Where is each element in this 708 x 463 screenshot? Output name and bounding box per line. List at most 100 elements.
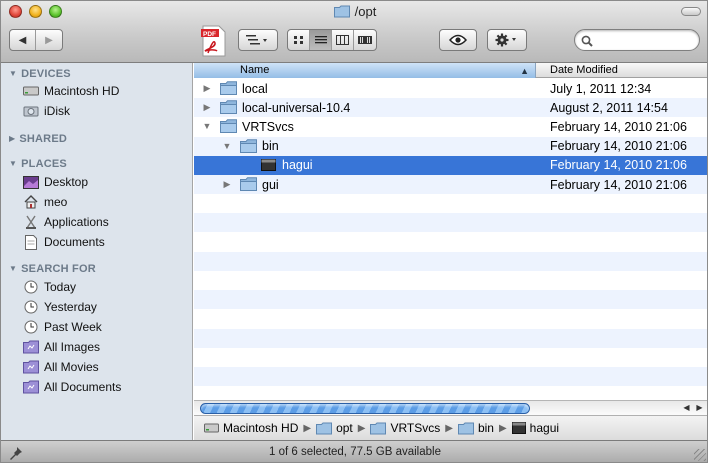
folder-icon [333,5,350,21]
list-view-button[interactable] [310,30,332,50]
sidebar-item-label: All Images [44,340,101,354]
smart-folder-icon [23,339,39,355]
date-modified-column-header[interactable]: Date Modified [536,63,707,78]
disclosure-closed-icon[interactable]: ▶ [202,102,212,112]
sidebar-section-devices[interactable]: ▼ DEVICES [9,68,71,80]
name-column-header[interactable]: Name ▲ [194,63,536,78]
coverflow-view-icon [358,36,372,44]
clock-icon [23,319,39,335]
path-separator-icon: ▶ [445,422,453,434]
idisk-icon [23,103,39,119]
date-modified: February 14, 2010 21:06 [550,158,687,173]
quick-look-button[interactable] [439,29,477,51]
status-text: 1 of 6 selected, 77.5 GB available [269,446,441,458]
column-header-bar: Name ▲ Date Modified [194,63,707,78]
sidebar-item-today[interactable]: Today [23,278,76,296]
file-rows: ▶ local July 1, 2011 12:34 ▶ local-universal… [194,79,707,400]
disclosure-closed-icon[interactable]: ▶ [222,179,232,189]
svg-text:PDF: PDF [203,31,216,38]
icon-view-icon [293,36,303,44]
sidebar-section-shared[interactable]: ▶ SHARED [9,133,67,145]
sidebar-item-desktop[interactable]: Desktop [23,173,88,191]
arrange-menu-button[interactable] [238,29,278,51]
sidebar: ▼ DEVICES Macintosh HD iDisk ▶ SHARED ▼ PLA… [1,63,193,440]
date-modified: August 2, 2011 14:54 [550,100,668,115]
folder-icon [240,177,257,191]
desktop-icon [23,174,39,190]
clock-icon [23,279,39,295]
finder-window: /opt ◀ ▶ PDF ▼ DEVICES Macintosh HD iDis… [0,0,708,463]
executable-icon [260,158,277,172]
horizontal-scrollbar[interactable]: ◀ ▶ [194,400,707,415]
resize-grip[interactable] [694,449,706,461]
coverflow-view-button[interactable] [354,30,376,50]
empty-row-stripe [194,348,707,367]
date-modified: February 14, 2010 21:06 [550,119,687,134]
sidebar-item-all-movies[interactable]: All Movies [23,358,99,376]
path-crumb-bin[interactable]: bin [457,421,494,435]
sidebar-section-places[interactable]: ▼ PLACES [9,158,67,170]
folder-icon [240,138,257,153]
applications-icon [23,214,39,230]
table-row[interactable]: ▶ local-universal-10.4 August 2, 2011 14:5… [194,98,707,118]
sidebar-item-label: iDisk [44,104,70,118]
table-row[interactable]: hagui February 14, 2010 21:06 [194,155,707,175]
empty-row-stripe [194,251,707,271]
folder-icon [370,422,387,435]
empty-row-stripe [194,328,707,348]
folder-icon [316,422,333,435]
back-button[interactable]: ◀ [10,30,36,50]
icon-view-button[interactable] [288,30,310,50]
empty-row-stripe [194,367,707,386]
empty-row-stripe [194,194,707,213]
sidebar-item-applications[interactable]: Applications [23,213,109,231]
disclosure-closed-icon[interactable]: ▶ [202,83,212,93]
folder-icon [220,81,237,95]
forward-button[interactable]: ▶ [36,30,62,50]
sidebar-item-all-documents[interactable]: All Documents [23,378,121,396]
table-row[interactable]: ▼ VRTSvcs February 14, 2010 21:06 [194,117,707,137]
sidebar-item-idisk[interactable]: iDisk [23,102,70,120]
disclosure-closed-icon: ▶ [9,134,16,143]
search-input[interactable] [597,33,695,48]
disclosure-open-icon[interactable]: ▼ [222,141,232,151]
sidebar-item-past-week[interactable]: Past Week [23,318,102,336]
path-crumb-macintosh-hd[interactable]: Macintosh HD [204,421,298,435]
sidebar-item-yesterday[interactable]: Yesterday [23,298,97,316]
table-row[interactable]: ▶ gui February 14, 2010 21:06 [194,175,707,194]
folder-icon [220,100,237,115]
table-row[interactable]: ▼ bin February 14, 2010 21:06 [194,136,707,156]
window-title: /opt [354,4,377,19]
pushpin-icon[interactable] [9,446,23,462]
table-row[interactable]: ▶ local July 1, 2011 12:34 [194,79,707,98]
view-mode-control [287,29,377,51]
home-icon [23,194,39,210]
sidebar-item-all-images[interactable]: All Images [23,338,100,356]
sidebar-item-macintosh-hd[interactable]: Macintosh HD [23,82,119,100]
file-name: bin [262,139,279,154]
executable-icon [511,422,526,434]
sidebar-item-home[interactable]: meo [23,193,67,211]
smart-folder-icon [23,379,39,395]
scroll-left-arrow-icon[interactable]: ◀ [680,402,693,414]
scroll-right-arrow-icon[interactable]: ▶ [693,402,706,414]
gear-icon [495,33,516,47]
sidebar-item-label: Macintosh HD [44,84,120,98]
sidebar-item-label: Applications [44,215,109,229]
path-crumb-vrtsvcs[interactable]: VRTSvcs [370,421,440,435]
column-view-button[interactable] [332,30,354,50]
action-menu-button[interactable] [487,29,527,51]
sidebar-section-search-for[interactable]: ▼ SEARCH FOR [9,263,96,275]
path-crumb-hagui[interactable]: hagui [511,421,559,435]
acrobat-app-icon[interactable]: PDF [199,25,229,57]
sidebar-item-documents[interactable]: Documents [23,233,105,251]
back-forward-control: ◀ ▶ [9,29,63,51]
back-arrow-icon: ◀ [18,34,27,46]
date-modified: February 14, 2010 21:06 [550,177,687,192]
disclosure-open-icon[interactable]: ▼ [202,121,212,131]
window-title-area: /opt [1,4,707,21]
path-crumb-opt[interactable]: opt [316,421,353,435]
folder-icon [220,119,237,134]
scroll-thumb[interactable] [200,403,530,414]
search-field[interactable] [574,29,700,51]
